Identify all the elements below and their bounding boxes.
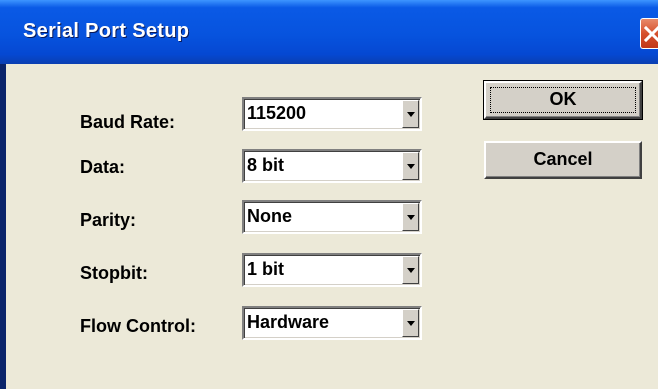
ok-button[interactable]: OK [483,80,643,120]
flow-control-value: Hardware [247,312,330,332]
data-bits-select[interactable]: 8 bit [242,149,422,183]
parity-value: None [247,206,292,226]
parity-label: Parity: [80,210,137,230]
close-button[interactable] [640,18,658,49]
data-label: Data: [80,157,126,177]
title-bar[interactable]: Serial Port Setup [0,0,658,64]
baud-rate-value: 115200 [247,103,307,123]
cancel-button-label: Cancel [533,149,593,169]
cancel-button[interactable]: Cancel [484,141,642,179]
flow-control-select[interactable]: Hardware [242,306,422,340]
chevron-down-icon[interactable] [402,256,419,284]
stopbit-value: 1 bit [247,259,285,279]
baud-rate-label: Baud Rate: [80,112,176,132]
dialog-body: Baud Rate: 115200 Data: 8 bit Parity: No… [6,64,658,389]
window-title: Serial Port Setup [23,20,190,42]
baud-rate-select[interactable]: 115200 [242,97,422,131]
chevron-down-icon[interactable] [402,309,419,337]
stopbit-select[interactable]: 1 bit [242,253,422,287]
chevron-down-icon[interactable] [402,203,419,231]
ok-button-label: OK [549,89,577,109]
chevron-down-icon[interactable] [402,100,419,128]
flow-control-label: Flow Control: [80,316,196,336]
chevron-down-icon[interactable] [402,152,419,180]
parity-select[interactable]: None [242,200,422,234]
data-bits-value: 8 bit [247,155,285,175]
stopbit-label: Stopbit: [80,263,148,283]
serial-port-setup-dialog: Serial Port Setup Baud Rate: 115200 Data… [0,0,658,389]
